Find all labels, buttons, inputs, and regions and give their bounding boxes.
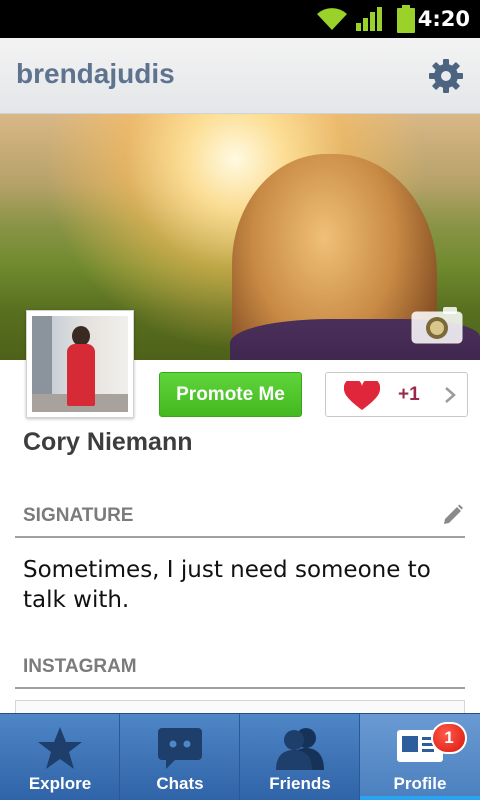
avatar[interactable]	[26, 310, 134, 418]
camera-icon[interactable]	[411, 306, 463, 344]
tab-explore-label: Explore	[28, 774, 92, 793]
tab-friends-label: Friends	[269, 774, 331, 793]
status-time: 4:20	[417, 7, 470, 31]
status-bar: 4:20	[0, 0, 480, 38]
tab-chats-label: Chats	[156, 774, 204, 793]
tab-explore[interactable]: Explore	[0, 714, 120, 800]
wifi-icon	[317, 8, 347, 31]
star-icon	[38, 727, 82, 769]
heart-icon	[344, 381, 380, 410]
tab-chats[interactable]: Chats	[120, 714, 240, 800]
instagram-heading: INSTAGRAM	[23, 656, 137, 677]
page-title: brendajudis	[16, 58, 175, 89]
bottom-tab-bar: Explore Chats Friends Profile	[0, 713, 480, 800]
battery-icon	[397, 5, 415, 33]
tab-friends[interactable]: Friends	[240, 714, 360, 800]
tab-profile-label: Profile	[393, 774, 447, 793]
notification-badge: 1	[431, 722, 467, 754]
signature-text: Sometimes, I just need someone to talk w…	[23, 557, 431, 613]
profile-header: brendajudis	[0, 38, 480, 114]
avatar-photo	[32, 316, 128, 412]
signature-divider	[15, 536, 465, 538]
pencil-icon[interactable]	[441, 503, 463, 527]
promote-me-button[interactable]: Promote Me	[159, 372, 302, 417]
user-display-name: Cory Niemann	[23, 428, 193, 456]
instagram-divider	[15, 687, 465, 689]
friends-icon	[276, 728, 324, 770]
chat-bubble-icon	[158, 728, 202, 769]
active-tab-indicator	[360, 796, 480, 800]
like-button[interactable]: +1	[325, 372, 468, 417]
gear-icon[interactable]	[428, 58, 464, 94]
signal-icon	[356, 7, 382, 31]
chevron-right-icon	[445, 387, 456, 403]
like-count: +1	[398, 384, 420, 405]
signature-heading: SIGNATURE	[23, 505, 134, 526]
